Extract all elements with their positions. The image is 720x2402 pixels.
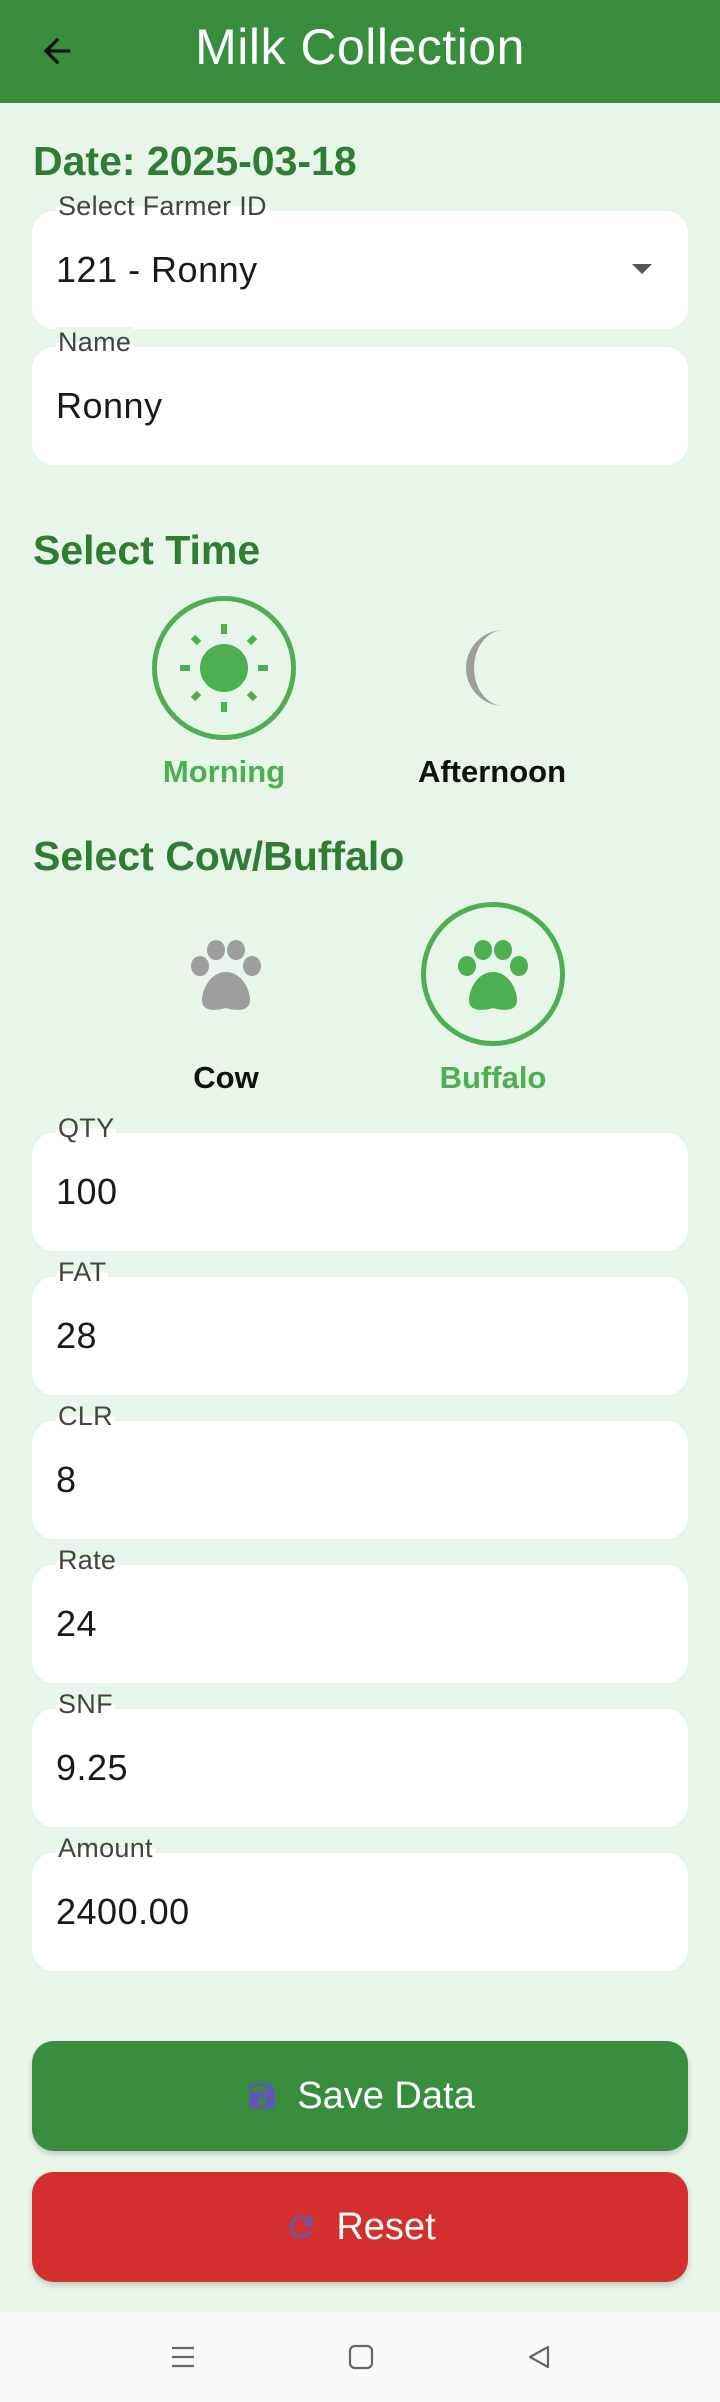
morning-icon-circle [152,596,296,740]
snf-label: SNF [56,1689,115,1720]
qty-field[interactable]: QTY 100 [32,1113,688,1251]
app-bar: Milk Collection [0,0,720,103]
farmer-id-dropdown[interactable]: Select Farmer ID 121 - Ronny [32,191,688,329]
farmer-id-value: 121 - Ronny [56,249,258,290]
save-data-label: Save Data [297,2074,475,2117]
qty-value: 100 [56,1171,118,1212]
time-option-afternoon[interactable]: Afternoon [392,596,592,790]
clr-field[interactable]: CLR 8 [32,1401,688,1539]
morning-label: Morning [162,754,286,789]
cow-label: Cow [193,1060,259,1095]
rate-label: Rate [56,1545,119,1576]
recent-apps-icon [172,2346,194,2368]
collection-date: Date: 2025-03-18 [33,138,357,184]
select-animal-title: Select Cow/Buffalo [33,833,405,879]
clr-value: 8 [56,1459,77,1500]
home-button[interactable] [331,2332,391,2382]
floppy-disk-icon [249,2083,276,2109]
time-option-morning[interactable]: Morning [124,596,324,790]
fat-value: 28 [56,1315,98,1356]
name-value: Ronny [56,385,163,426]
refresh-icon [290,2215,313,2239]
farmer-id-label: Select Farmer ID [56,191,269,222]
snf-field[interactable]: SNF 9.25 [32,1689,688,1827]
animal-option-cow[interactable]: Cow [126,902,326,1096]
name-label: Name [56,327,134,358]
name-field[interactable]: Name Ronny [32,327,688,465]
system-back-button[interactable] [509,2332,569,2382]
moon-icon [466,630,504,706]
reset-button[interactable]: Reset [32,2172,688,2282]
back-triangle-icon [528,2345,550,2369]
home-square-icon [348,2344,374,2370]
afternoon-icon-circle [420,596,564,740]
fat-field[interactable]: FAT 28 [32,1257,688,1395]
rate-value: 24 [56,1603,98,1644]
chevron-down-icon [632,264,652,274]
clr-label: CLR [56,1401,115,1432]
recent-apps-button[interactable] [153,2332,213,2382]
select-time-title: Select Time [33,527,261,573]
qty-label: QTY [56,1113,117,1144]
paw-icon [191,940,261,1010]
save-data-button[interactable]: Save Data [32,2041,688,2151]
snf-value: 9.25 [56,1747,129,1788]
fat-label: FAT [56,1257,109,1288]
buffalo-label: Buffalo [439,1060,547,1095]
amount-value: 2400.00 [56,1891,190,1932]
amount-field[interactable]: Amount 2400.00 [32,1833,688,1971]
system-nav-bar [0,2312,720,2402]
afternoon-label: Afternoon [417,754,567,789]
page-title: Milk Collection [195,19,525,75]
sun-icon [180,624,268,712]
animal-option-buffalo[interactable]: Buffalo [393,902,593,1096]
reset-label: Reset [336,2205,436,2248]
paw-icon [458,940,528,1010]
rate-field[interactable]: Rate 24 [32,1545,688,1683]
cow-icon-circle [154,902,298,1046]
amount-label: Amount [56,1833,155,1864]
buffalo-icon-circle [421,902,565,1046]
